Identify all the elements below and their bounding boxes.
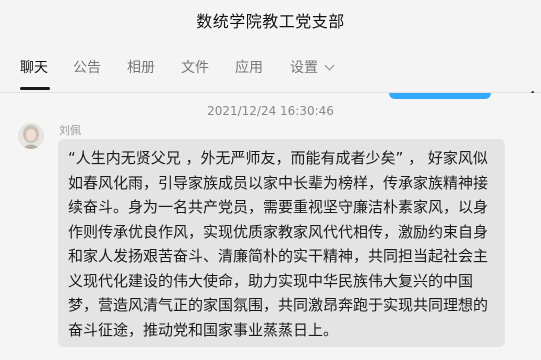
tab-album[interactable]: 相册 xyxy=(127,57,155,77)
message-line: 和家人发扬艰苦奋斗、清廉简朴的实干精神，共同担当起社会主 xyxy=(68,247,489,265)
avatar[interactable] xyxy=(18,123,44,149)
message-line: 作则传承优良作风，实现优质家教家风代代相传，激励约束自身 xyxy=(68,222,489,241)
message-line: 奋斗征途，推动党和国家事业蒸蒸日上。 xyxy=(68,320,339,339)
tab-files[interactable]: 文件 xyxy=(181,57,209,77)
message-line: 梦，营造风清气正的家国氛围，共同激昂奔跑于实现共同理想的 xyxy=(68,296,489,314)
message-timestamp: 2021/12/24 16:30:46 xyxy=(207,104,334,118)
tab-bar: 聊天 公告 相册 文件 应用 设置 xyxy=(0,40,541,112)
tab-announcement[interactable]: 公告 xyxy=(73,57,101,77)
message-line: 义现代化建设的伟大使命，助力实现中华民族伟大复兴的中国 xyxy=(68,271,474,290)
message-line: 如春风化雨，引导家族成员以家中长辈为榜样，传承家族精神接 xyxy=(68,173,489,192)
message-line: “人生内无贤父兄 ，外无严师友，而能有成者少矣” ， 好家风似 xyxy=(68,149,488,167)
message-line: 续奋斗。身为一名共产党员，需要重视坚守廉洁朴素家风，以身 xyxy=(68,198,489,216)
window-title: 数统学院教工党支部 xyxy=(196,12,345,31)
title-bar: 数统学院教工党支部 xyxy=(0,0,541,40)
message-text: “人生内无贤父兄 ，外无严师友，而能有成者少矣” ， 好家风似 如春风化雨，引导… xyxy=(68,146,500,342)
chevron-down-icon xyxy=(324,60,335,71)
message-list[interactable]: 2021/12/24 16:30:46 刘佩 “人生内无贤父兄 ，外无严师友，而… xyxy=(0,93,541,360)
tab-chat[interactable]: 聊天 xyxy=(20,57,48,77)
tab-apps[interactable]: 应用 xyxy=(235,57,263,77)
tab-settings-label: 设置 xyxy=(290,60,318,76)
previous-message-bubble xyxy=(389,93,491,99)
active-tab-indicator xyxy=(20,87,50,90)
message-bubble[interactable]: “人生内无贤父兄 ，外无严师友，而能有成者少矣” ， 好家风似 如春风化雨，引导… xyxy=(58,139,505,347)
tab-settings[interactable]: 设置 xyxy=(290,57,335,77)
sender-name: 刘佩 xyxy=(59,124,81,137)
